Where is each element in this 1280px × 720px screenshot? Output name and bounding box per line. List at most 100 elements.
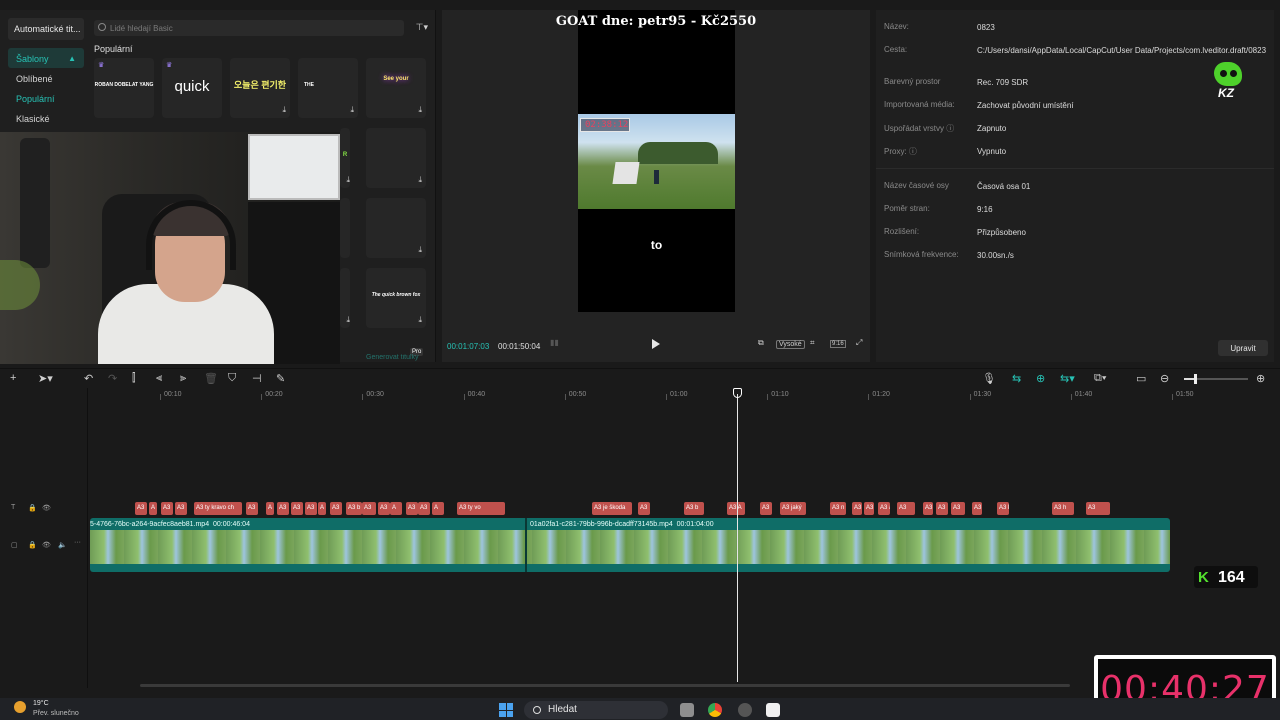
- nav-item-popular[interactable]: Populární: [8, 88, 84, 108]
- download-icon[interactable]: ⤓: [418, 315, 422, 325]
- nav-item-templates[interactable]: Šablony ▲: [8, 48, 84, 68]
- snap-icon[interactable]: ⇆▾: [1060, 372, 1075, 385]
- download-icon[interactable]: ⤓: [346, 175, 350, 185]
- undo-icon[interactable]: ↶: [84, 372, 93, 385]
- fullscreen-icon[interactable]: ⤢: [856, 338, 862, 348]
- redo-icon[interactable]: ↷: [108, 372, 117, 385]
- text-clip[interactable]: A: [318, 502, 326, 515]
- zoom-slider[interactable]: [1184, 374, 1248, 384]
- text-clip[interactable]: A3: [135, 502, 147, 515]
- generate-captions-button[interactable]: Generovat titulky: [366, 354, 419, 361]
- chrome-icon[interactable]: [708, 703, 722, 717]
- app-icon[interactable]: [738, 703, 752, 717]
- zoom-in-icon[interactable]: ⊕: [1256, 372, 1265, 385]
- pen-icon[interactable]: ✎: [276, 372, 285, 385]
- zoom-knob[interactable]: [1194, 374, 1197, 384]
- speaker-icon[interactable]: 🔈: [58, 541, 67, 549]
- text-clip[interactable]: A: [149, 502, 157, 515]
- focus-icon[interactable]: ⌗: [810, 338, 815, 348]
- edit-button[interactable]: Upravit: [1218, 340, 1268, 356]
- text-clip[interactable]: A: [432, 502, 444, 515]
- playhead-handle[interactable]: [733, 388, 742, 398]
- cursor-icon[interactable]: ➤▾: [38, 372, 53, 385]
- text-clip[interactable]: A3: [291, 502, 303, 515]
- preview-axis-icon[interactable]: ⧉▾: [1094, 372, 1106, 385]
- delete-icon[interactable]: 🗑: [204, 372, 218, 385]
- text-clip[interactable]: A3: [406, 502, 418, 515]
- template-tile[interactable]: ♛ ROBAN DOBELAT YANG: [94, 58, 154, 118]
- text-clip[interactable]: A3: [246, 502, 258, 515]
- text-clip[interactable]: A3: [1086, 502, 1110, 515]
- download-icon[interactable]: ⤓: [350, 105, 354, 115]
- download-icon[interactable]: ⤓: [282, 105, 286, 115]
- eye-icon[interactable]: 👁: [42, 504, 51, 512]
- text-clip[interactable]: A3: [330, 502, 342, 515]
- split-icon[interactable]: ⫿: [132, 372, 136, 385]
- more-icon[interactable]: ···: [74, 539, 81, 546]
- text-clip[interactable]: A3 h: [1052, 502, 1074, 515]
- template-tile[interactable]: ⤓: [366, 128, 426, 188]
- text-clip[interactable]: A3: [378, 502, 390, 515]
- windows-start-icon[interactable]: [499, 703, 513, 717]
- lock-icon[interactable]: 🔒: [28, 541, 37, 549]
- text-clip[interactable]: A3: [638, 502, 650, 515]
- zoom-out-icon[interactable]: ⊖: [1160, 372, 1169, 385]
- template-tile[interactable]: THE ⤓: [298, 58, 358, 118]
- text-clip[interactable]: A3: [972, 502, 982, 515]
- file-explorer-icon[interactable]: [680, 703, 694, 717]
- nav-item-classic[interactable]: Klasické: [8, 108, 84, 128]
- link-clips-icon[interactable]: ⇆: [1012, 372, 1021, 385]
- template-tile[interactable]: The quick brown fox ⤓: [366, 268, 426, 328]
- grid-icon[interactable]: ▮▮: [550, 338, 559, 347]
- text-clip[interactable]: A3: [175, 502, 187, 515]
- text-clip[interactable]: A3 b: [684, 502, 704, 515]
- template-tile[interactable]: ♛ quick: [162, 58, 222, 118]
- download-icon[interactable]: ⤓: [418, 175, 422, 185]
- download-icon[interactable]: ⤓: [418, 105, 422, 115]
- caption-icon[interactable]: ▭: [1136, 372, 1146, 385]
- filter-icon[interactable]: ⊤▾: [416, 22, 428, 33]
- text-clip[interactable]: A3: [852, 502, 862, 515]
- template-tile[interactable]: ⤓: [366, 198, 426, 258]
- text-clip[interactable]: A3 je škoda: [592, 502, 632, 515]
- split-left-icon[interactable]: ⫷: [156, 372, 162, 385]
- ratio-button[interactable]: 9:16: [830, 340, 846, 348]
- template-tile[interactable]: ⤓: [340, 268, 350, 328]
- text-clip[interactable]: A: [390, 502, 402, 515]
- template-tile[interactable]: [340, 198, 350, 258]
- text-clip[interactable]: A3: [897, 502, 915, 515]
- text-clip[interactable]: A3 a: [878, 502, 890, 515]
- download-icon[interactable]: ⤓: [418, 245, 422, 255]
- search-input[interactable]: Lidé hledají Basic: [94, 20, 404, 36]
- timeline[interactable]: T 🔒 👁 ▢ 🔒 👁 🔈 ··· 00:10 00:20 00:30 00:40 00…: [0, 388, 1280, 688]
- text-clip[interactable]: A3 n: [830, 502, 846, 515]
- auto-captions-tab[interactable]: Automatické tit...: [8, 18, 84, 40]
- text-clip[interactable]: A3 ke: [997, 502, 1009, 515]
- taskbar-search[interactable]: Hledat: [524, 701, 668, 719]
- text-clip[interactable]: A3: [305, 502, 317, 515]
- text-clip[interactable]: A3 ty vo: [457, 502, 505, 515]
- text-clip[interactable]: A3: [951, 502, 965, 515]
- crop-icon[interactable]: ⧉: [758, 338, 764, 348]
- weather-icon[interactable]: [14, 701, 26, 713]
- text-clip[interactable]: A3: [418, 502, 430, 515]
- text-clip[interactable]: A3: [760, 502, 772, 515]
- preview-canvas[interactable]: 02:38:12 to: [578, 10, 735, 312]
- text-clip[interactable]: A3 jaký: [780, 502, 806, 515]
- download-icon[interactable]: ⤓: [346, 315, 350, 325]
- text-clip[interactable]: A3: [362, 502, 376, 515]
- text-clip[interactable]: A3 b: [346, 502, 362, 515]
- microphone-icon[interactable]: 🎙: [982, 372, 996, 385]
- add-icon[interactable]: +: [10, 372, 16, 384]
- template-tile[interactable]: 오늘은 편기한 ⤓: [230, 58, 290, 118]
- text-clip[interactable]: A3: [936, 502, 948, 515]
- play-button[interactable]: [652, 339, 660, 349]
- magnet-icon[interactable]: ⊕: [1036, 372, 1045, 385]
- video-track[interactable]: 5-4766-76bc-a264-9acfec8aeb81.mp4 00:00:…: [90, 518, 1170, 572]
- freeze-icon[interactable]: ⊣: [252, 372, 262, 385]
- split-right-icon[interactable]: ⫸: [180, 372, 186, 385]
- text-clip[interactable]: A3: [277, 502, 289, 515]
- nav-item-favorites[interactable]: Oblíbené: [8, 68, 84, 88]
- text-clip[interactable]: A3: [161, 502, 173, 515]
- template-tile[interactable]: R ⤓: [340, 128, 350, 188]
